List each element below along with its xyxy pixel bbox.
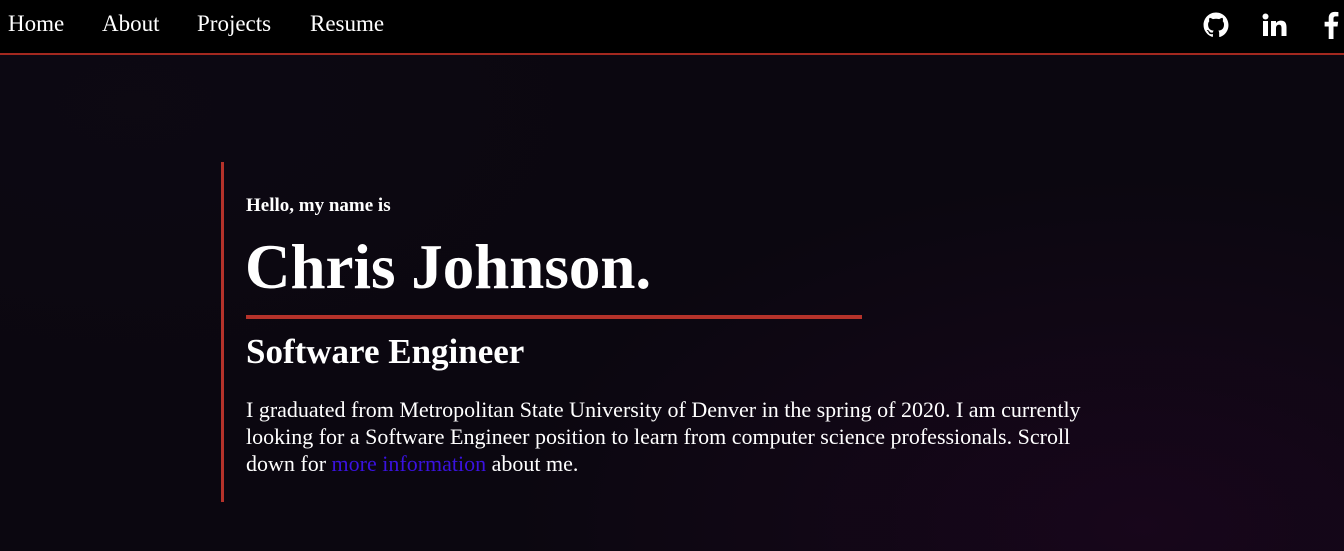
job-title: Software Engineer [246, 332, 525, 371]
more-information-link[interactable]: more information [332, 451, 487, 476]
nav-link-resume[interactable]: Resume [310, 10, 384, 38]
facebook-icon[interactable] [1316, 11, 1344, 39]
nav-link-projects[interactable]: Projects [197, 10, 271, 38]
bio-paragraph: I graduated from Metropolitan State Univ… [246, 396, 1086, 477]
greeting-text: Hello, my name is [246, 195, 391, 216]
nav-link-about[interactable]: About [102, 10, 160, 38]
title-underline [246, 315, 862, 319]
linkedin-icon[interactable] [1260, 11, 1290, 39]
navbar: Home About Projects Resume [0, 0, 1344, 55]
github-icon[interactable] [1201, 11, 1231, 39]
page-title: Chris Johnson. [245, 232, 652, 302]
bio-text-end: about me. [486, 451, 579, 476]
nav-link-home[interactable]: Home [8, 10, 64, 38]
accent-bar [221, 162, 224, 502]
